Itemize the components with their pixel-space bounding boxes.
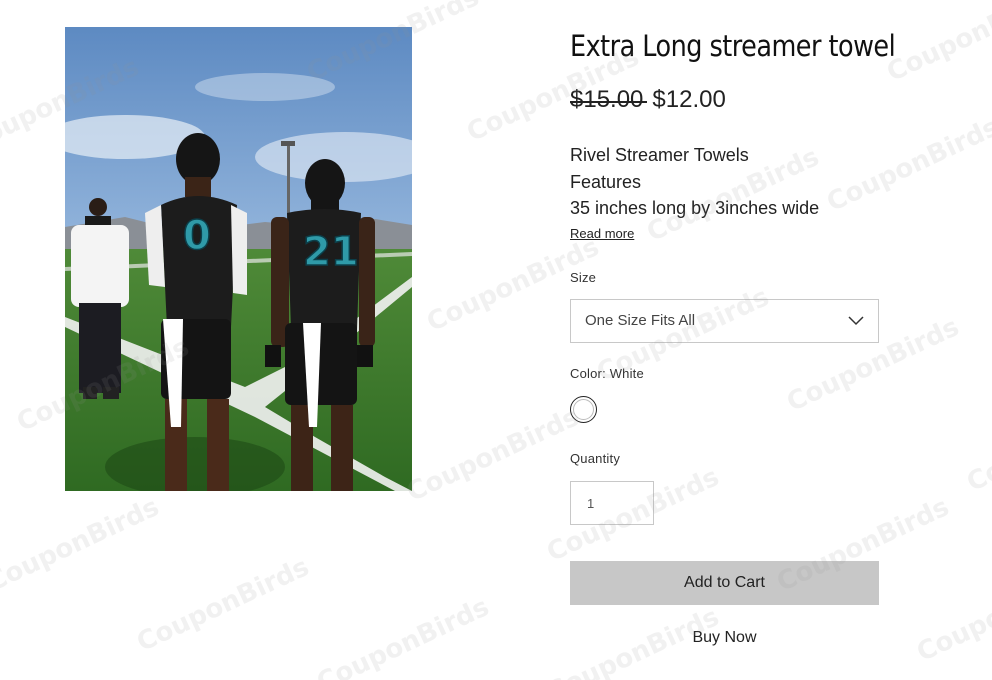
quantity-label: Quantity xyxy=(570,451,621,466)
watermark-text: CouponBirds xyxy=(912,562,992,668)
color-label: Color: White xyxy=(570,366,644,381)
svg-text:0: 0 xyxy=(183,213,211,259)
add-to-cart-button[interactable]: Add to Cart xyxy=(570,561,879,605)
sale-price: $12.00 xyxy=(652,86,726,113)
description-line: 35 inches long by 3inches wide xyxy=(570,198,820,218)
product-image[interactable]: 0 21 xyxy=(65,27,412,491)
color-swatch-fill xyxy=(573,399,594,420)
chevron-down-icon xyxy=(848,316,864,326)
description-line: Rivel Streamer Towels xyxy=(570,145,749,165)
quantity-input[interactable] xyxy=(570,481,654,525)
watermark-text: CouponBirds xyxy=(962,392,992,498)
original-price: $15.00 xyxy=(570,86,648,113)
watermark-text: CouponBirds xyxy=(0,492,164,598)
description-line: Features xyxy=(570,171,642,192)
svg-text:21: 21 xyxy=(303,229,359,275)
watermark-text: CouponBirds xyxy=(132,552,314,658)
product-description: Rivel Streamer Towels Features 35 inches… xyxy=(570,142,819,222)
watermark-text: CouponBirds xyxy=(402,402,584,508)
read-more-link[interactable]: Read more xyxy=(570,226,634,241)
size-selected-value: One Size Fits All xyxy=(585,312,696,329)
watermark-text: CouponBirds xyxy=(822,112,992,218)
watermark-text: CouponBirds xyxy=(312,592,494,680)
price-block: $15.00 $12.00 xyxy=(570,86,726,114)
product-title: Extra Long streamer towel xyxy=(570,29,896,63)
size-dropdown[interactable]: One Size Fits All xyxy=(570,299,879,343)
watermark-text: CouponBirds xyxy=(882,0,992,88)
buy-now-button[interactable]: Buy Now xyxy=(570,616,879,660)
size-label: Size xyxy=(570,270,597,285)
color-swatch-white[interactable] xyxy=(570,396,597,423)
